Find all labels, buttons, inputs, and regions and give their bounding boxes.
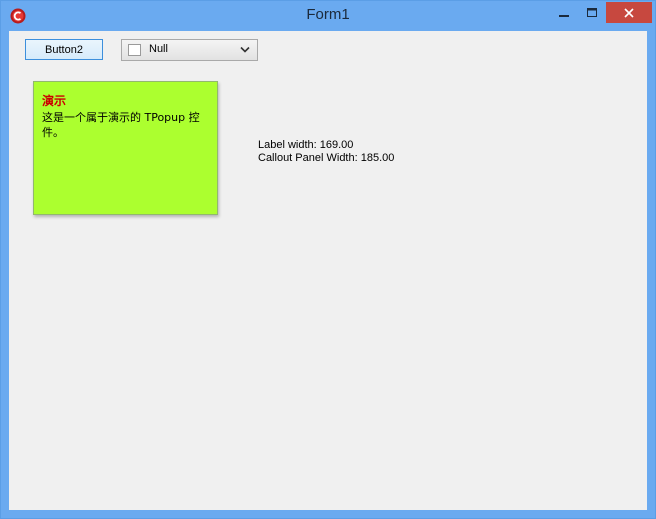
form-client-area: Button2 Null 演示 这是一个属于演示的 TPopup 控件。 Lab… (9, 31, 647, 510)
callout-width-text: Callout Panel Width: 185.00 (258, 152, 395, 164)
minimize-button[interactable] (550, 2, 578, 23)
close-button[interactable] (606, 2, 652, 23)
callout-text: 这是一个属于演示的 TPopup 控件。 (42, 111, 200, 139)
callout-title: 演示 (42, 94, 67, 108)
combo-checkbox[interactable] (128, 44, 141, 56)
title-bar[interactable]: Form1 (1, 1, 655, 31)
minimize-icon (559, 14, 569, 17)
combo-selected-value: Null (149, 43, 168, 55)
null-combo-box[interactable]: Null (121, 39, 258, 61)
label-width-text: Label width: 169.00 (258, 139, 354, 151)
maximize-icon (587, 7, 597, 17)
chevron-down-icon[interactable] (240, 46, 250, 54)
info-labels: Label width: 169.00 Callout Panel Width:… (258, 139, 394, 165)
maximize-button[interactable] (578, 2, 606, 23)
close-icon (624, 7, 634, 18)
callout-panel: 演示 这是一个属于演示的 TPopup 控件。 (33, 81, 218, 215)
button2-button[interactable]: Button2 (25, 39, 103, 60)
main-window: Form1 Button2 Null 演示 这是一个属于演示的 TPopup 控… (0, 0, 656, 519)
